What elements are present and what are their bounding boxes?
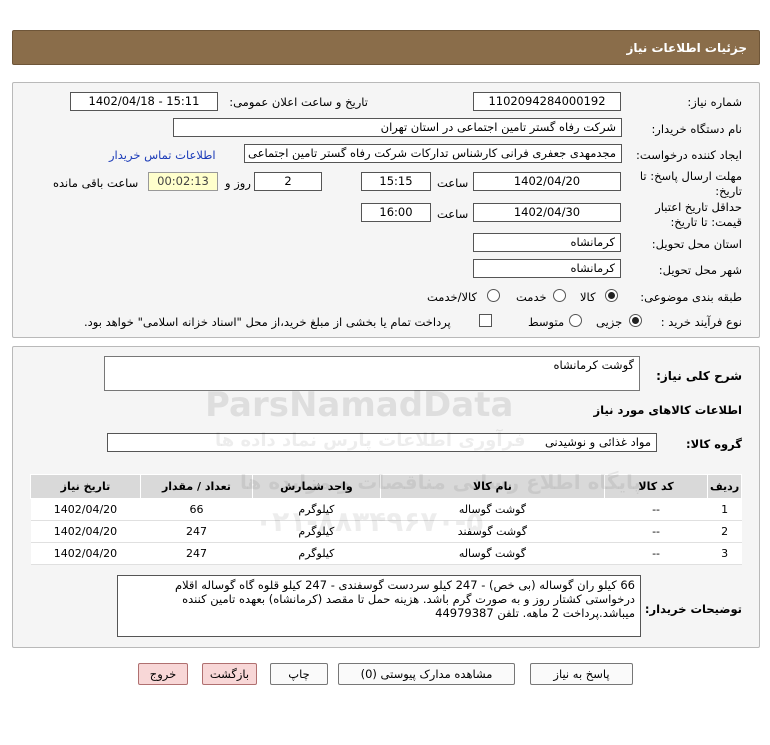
category-radio-goods[interactable] — [605, 289, 618, 302]
buyer-contact-link[interactable]: اطلاعات تماس خریدار — [109, 148, 216, 162]
watermark-phone: ۰۲۱-۸۸۳۴۹۶۷۰-۵ — [255, 505, 484, 538]
watermark-line-1: پایگاه اطلاع رسانی مناقصات و مزایده ها — [240, 470, 642, 494]
row-number: 1 — [707, 498, 742, 521]
announce-datetime-field[interactable]: 1402/04/18 - 15:11 — [70, 92, 218, 111]
category-option-service: خدمت — [516, 290, 547, 304]
treasury-payment-checkbox[interactable] — [479, 314, 492, 327]
summary-label: شرح کلی نیاز: — [656, 369, 742, 383]
goods-date: 1402/04/20 — [30, 520, 141, 543]
goods-section-title: اطلاعات کالاهای مورد نیاز — [593, 403, 742, 417]
province-label: استان محل تحویل: — [651, 237, 742, 251]
creator-label: ایجاد کننده درخواست: — [636, 148, 742, 162]
deadline-label: مهلت ارسال پاسخ: تا — [639, 169, 742, 183]
category-radio-goods-service[interactable] — [487, 289, 500, 302]
buyer-org-field[interactable]: شرکت رفاه گستر تامین اجتماعی در استان ته… — [173, 118, 622, 137]
need-number-label: شماره نیاز: — [687, 95, 742, 109]
validity-label-date: قیمت: تا تاریخ: — [670, 215, 742, 229]
goods-name: گوشت گوساله — [380, 542, 605, 565]
row-number: 3 — [707, 542, 742, 565]
watermark-line-2: فرآوری اطلاعات پارس نماد داده ها — [215, 430, 526, 451]
category-label: طبقه بندی موضوعی: — [640, 290, 742, 304]
watermark-brand: ParsNamadData — [205, 385, 514, 425]
table-row[interactable]: 3 -- گوشت گوساله کیلوگرم 247 1402/04/20 — [30, 542, 742, 565]
province-field[interactable]: کرمانشاه — [473, 233, 621, 252]
col-date: تاریخ نیاز — [30, 474, 141, 499]
goods-date: 1402/04/20 — [30, 498, 141, 521]
goods-qty: 247 — [140, 520, 253, 543]
col-qty: تعداد / مقدار — [139, 474, 254, 499]
goods-code: -- — [604, 498, 708, 521]
city-field[interactable]: کرمانشاه — [473, 259, 621, 278]
page-title: جزئیات اطلاعات نیاز — [626, 41, 747, 55]
validity-time-label: ساعت — [437, 207, 469, 221]
category-option-goods-service: کالا/خدمت — [427, 290, 478, 304]
city-label: شهر محل تحویل: — [658, 263, 742, 277]
goods-qty: 66 — [140, 498, 253, 521]
days-remaining-field[interactable]: 2 — [254, 172, 322, 191]
print-button[interactable]: چاپ — [270, 663, 328, 685]
creator-field[interactable]: مجدمهدی جعفری فرانی کارشناس تدارکات شرکت… — [244, 144, 622, 163]
treasury-payment-note: پرداخت تمام یا بخشی از مبلغ خرید،از محل … — [84, 315, 451, 329]
reply-button[interactable]: پاسخ به نیاز — [530, 663, 633, 685]
process-radio-medium[interactable] — [569, 314, 582, 327]
time-remaining-field: 00:02:13 — [148, 172, 218, 191]
validity-label: حداقل تاریخ اعتبار — [655, 200, 742, 214]
deadline-date-field[interactable]: 1402/04/20 — [473, 172, 621, 191]
buyer-notes-label: توضیحات خریدار: — [644, 602, 742, 616]
goods-group-label: گروه کالا: — [686, 437, 742, 451]
deadline-time-label: ساعت — [437, 176, 469, 190]
process-option-minor: جزیی — [596, 315, 623, 329]
goods-code: -- — [604, 542, 708, 565]
days-label: روز و — [225, 176, 251, 190]
page-header: جزئیات اطلاعات نیاز — [12, 30, 760, 65]
process-radio-minor[interactable] — [629, 314, 642, 327]
col-row: ردیف — [707, 474, 742, 499]
row-number: 2 — [707, 520, 742, 543]
back-button[interactable]: بازگشت — [202, 663, 257, 685]
deadline-time-field[interactable]: 15:15 — [361, 172, 431, 191]
category-radio-service[interactable] — [553, 289, 566, 302]
time-remaining-label: ساعت باقی مانده — [53, 176, 139, 190]
process-option-medium: متوسط — [528, 315, 565, 329]
exit-button[interactable]: خروج — [138, 663, 188, 685]
validity-date-field[interactable]: 1402/04/30 — [473, 203, 621, 222]
goods-code: -- — [604, 520, 708, 543]
goods-date: 1402/04/20 — [30, 542, 141, 565]
goods-unit: کیلوگرم — [252, 542, 381, 565]
need-number-field[interactable]: 1102094284000192 — [473, 92, 621, 111]
announce-label: تاریخ و ساعت اعلان عمومی: — [229, 95, 368, 109]
goods-qty: 247 — [140, 542, 253, 565]
view-attachments-button[interactable]: مشاهده مدارک پیوستی (0) — [338, 663, 515, 685]
buyer-org-label: نام دستگاه خریدار: — [651, 122, 742, 136]
buyer-notes-field[interactable]: 66 کیلو ران گوساله (بی خص) - 247 کیلو سر… — [117, 575, 641, 637]
validity-time-field[interactable]: 16:00 — [361, 203, 431, 222]
category-option-goods: کالا — [580, 290, 596, 304]
deadline-label-date: تاریخ: — [715, 184, 742, 198]
process-label: نوع فرآیند خرید : — [660, 315, 742, 329]
